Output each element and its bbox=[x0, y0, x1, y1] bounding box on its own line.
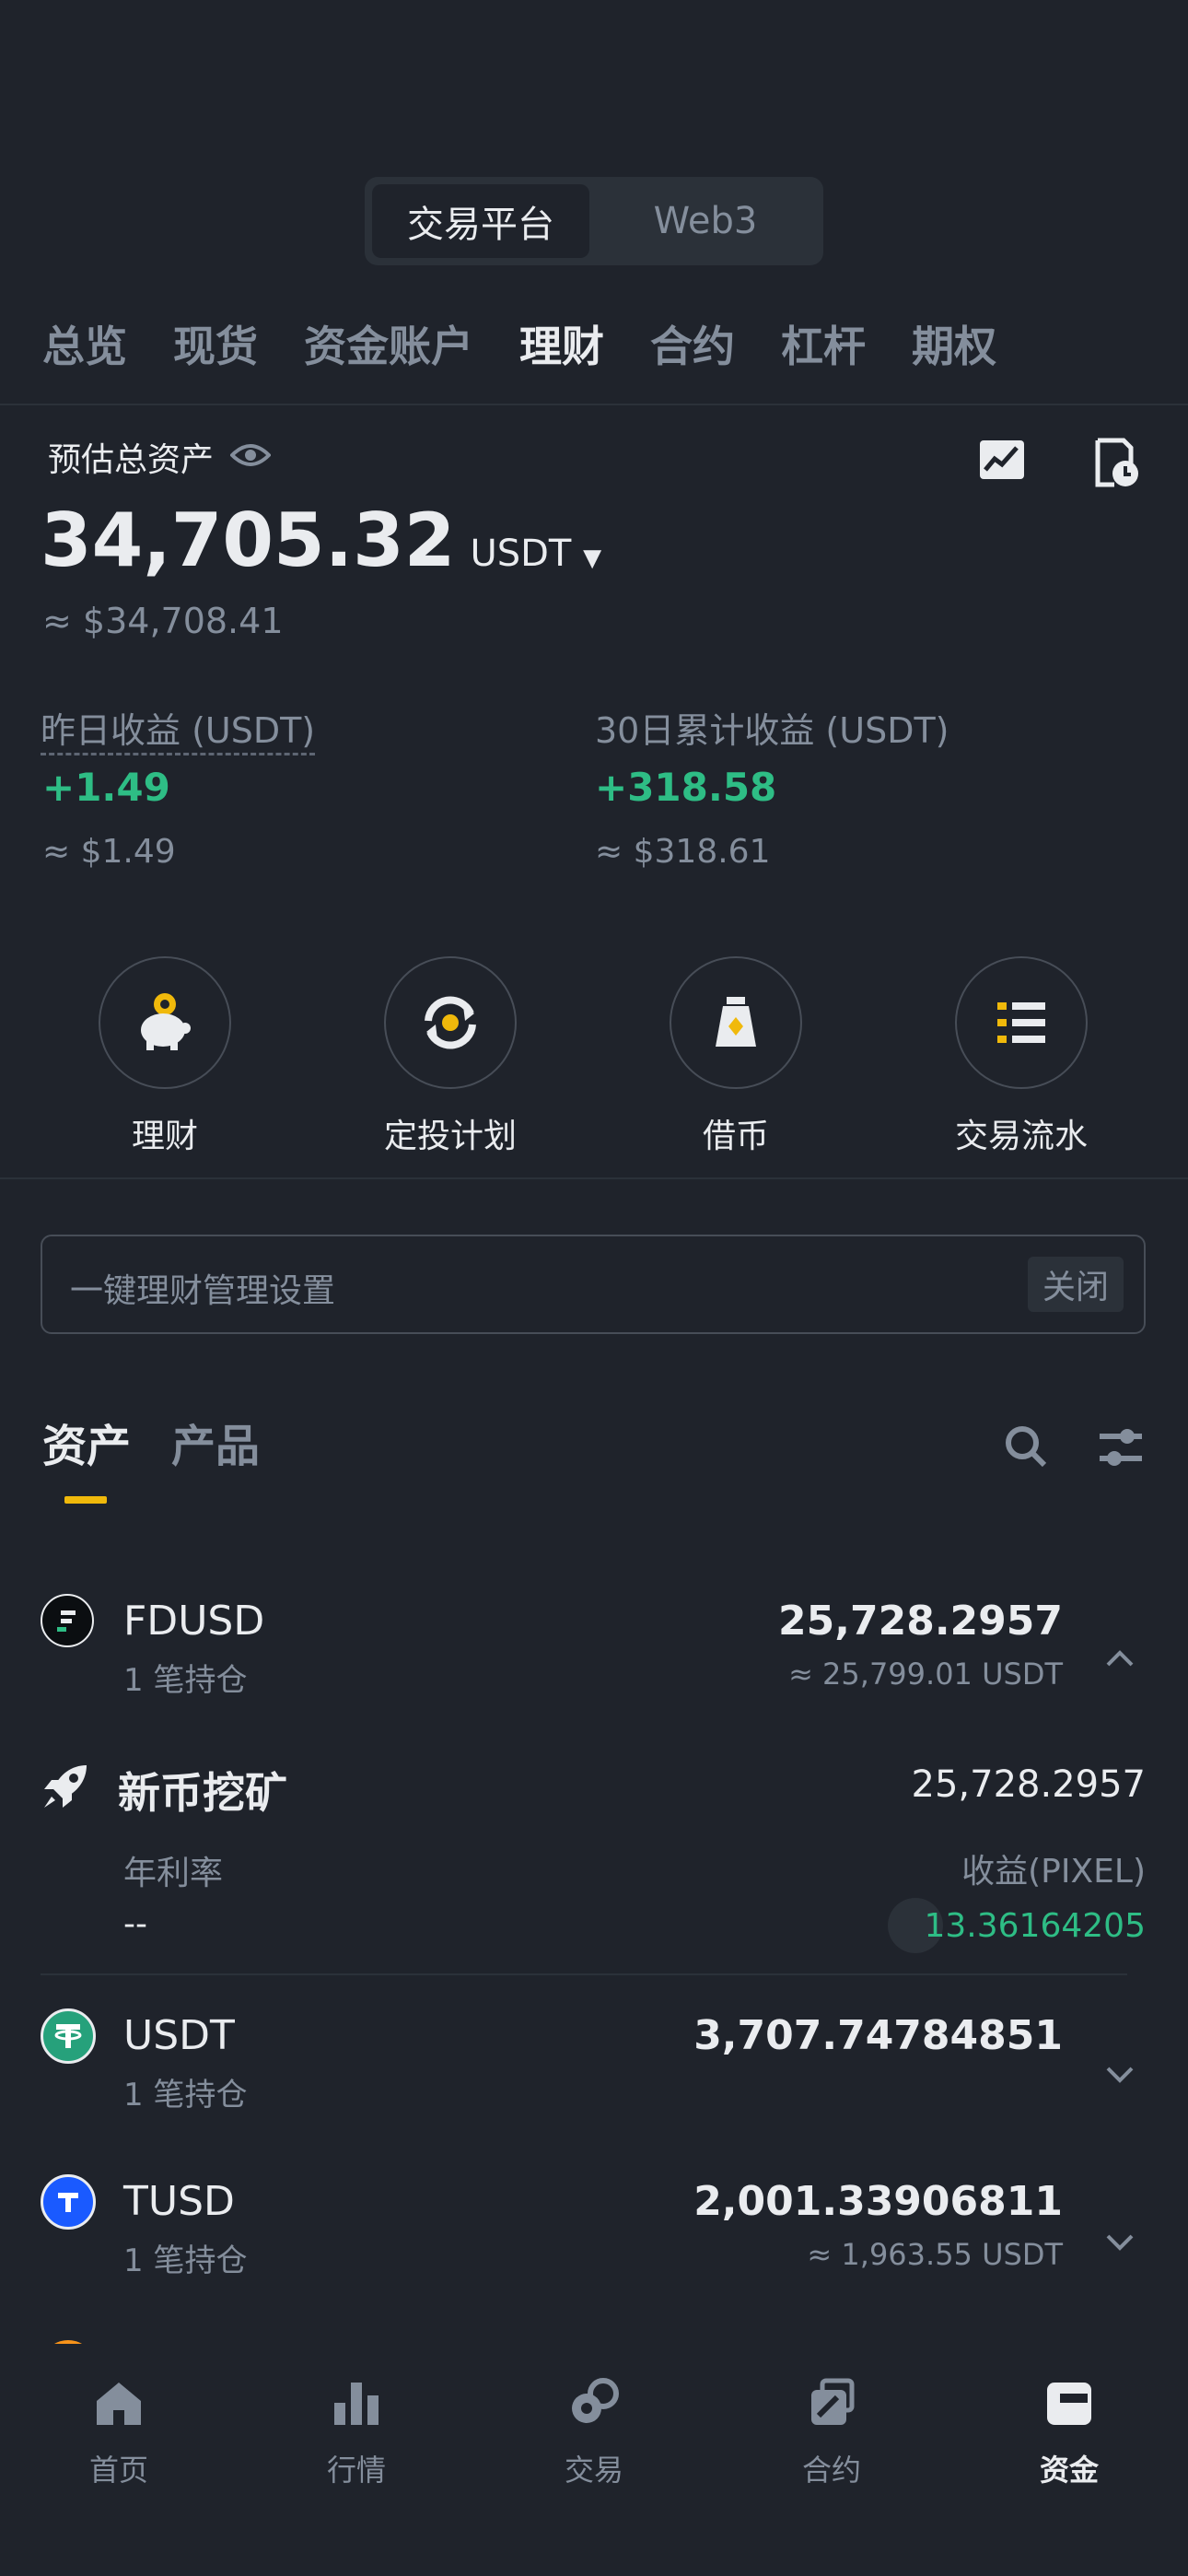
divider bbox=[41, 1973, 1127, 1975]
list-icon bbox=[955, 956, 1088, 1089]
action-recurring[interactable]: 定投计划 bbox=[308, 956, 593, 1157]
tab-overview[interactable]: 总览 bbox=[42, 313, 127, 374]
tab-indicator bbox=[64, 1496, 107, 1504]
action-earn[interactable]: 理财 bbox=[22, 956, 308, 1157]
nav-trade[interactable]: 交易 bbox=[475, 2377, 713, 2489]
currency-selector[interactable]: USDT ▼ bbox=[470, 533, 601, 575]
chevron-down-icon[interactable] bbox=[1105, 2066, 1135, 2088]
nav-label: 首页 bbox=[88, 2453, 148, 2488]
detail-amount: 25,728.2957 bbox=[911, 1763, 1146, 1806]
asset-amount: 2,001.33906811 bbox=[693, 2178, 1063, 2225]
nav-label: 行情 bbox=[326, 2453, 386, 2488]
asset-approx: ≈ 25,799.01 USDT bbox=[788, 1657, 1063, 1692]
action-label: 定投计划 bbox=[383, 1118, 517, 1155]
bottom-nav: 首页 行情 交易 合约 资金 bbox=[0, 2344, 1188, 2576]
asset-name: FDUSD bbox=[123, 1598, 265, 1645]
switch-web3[interactable]: Web3 bbox=[595, 184, 816, 258]
action-label: 交易流水 bbox=[954, 1118, 1088, 1155]
reward-label: 收益(PIXEL) bbox=[961, 1853, 1146, 1891]
wallet-icon bbox=[1047, 2383, 1091, 2425]
divider bbox=[0, 1177, 1188, 1179]
usdt-coin-icon bbox=[41, 2008, 96, 2064]
trade-icon bbox=[572, 2378, 619, 2423]
asset-name: USDT bbox=[123, 2012, 235, 2059]
nav-label: 交易 bbox=[564, 2453, 623, 2488]
tab-futures[interactable]: 合约 bbox=[650, 313, 735, 374]
nav-assets[interactable]: 资金 bbox=[950, 2377, 1188, 2489]
home-icon bbox=[97, 2383, 141, 2425]
tusd-coin-icon bbox=[41, 2174, 96, 2230]
asset-name: TUSD bbox=[123, 2178, 235, 2225]
asset-holdings: 1 笔持仓 bbox=[123, 2077, 248, 2113]
detail-title: 新币挖矿 bbox=[118, 1768, 287, 1818]
history-icon[interactable] bbox=[1094, 437, 1140, 492]
yesterday-label[interactable]: 昨日收益 (USDT) bbox=[41, 702, 316, 755]
eye-icon[interactable] bbox=[229, 441, 272, 473]
action-label: 理财 bbox=[131, 1118, 198, 1155]
total-value: 34,705.32 bbox=[41, 498, 456, 583]
month-approx: ≈ $318.61 bbox=[595, 833, 771, 871]
rocket-icon bbox=[41, 1762, 90, 1815]
account-tabs: 总览 现货 资金账户 理财 合约 杠杆 期权 bbox=[42, 313, 1042, 374]
action-loan[interactable]: 借币 bbox=[593, 956, 879, 1157]
currency-unit: USDT bbox=[470, 533, 572, 575]
yesterday-value: +1.49 bbox=[42, 765, 170, 810]
total-balance: 34,705.32 USDT ▼ bbox=[41, 498, 601, 583]
tab-funding[interactable]: 资金账户 bbox=[304, 313, 473, 374]
market-bars-icon bbox=[334, 2383, 379, 2425]
close-setting-button[interactable]: 关闭 bbox=[1027, 1257, 1124, 1312]
piggy-bank-icon bbox=[99, 956, 231, 1089]
chevron-down-icon[interactable] bbox=[1105, 2233, 1135, 2255]
nav-markets[interactable]: 行情 bbox=[238, 2377, 475, 2489]
switch-exchange[interactable]: 交易平台 bbox=[372, 184, 589, 258]
tab-assets[interactable]: 资产 bbox=[42, 1410, 131, 1474]
asset-amount: 3,707.74784851 bbox=[693, 2012, 1063, 2059]
filter-icon[interactable] bbox=[1098, 1426, 1144, 1472]
nav-home[interactable]: 首页 bbox=[0, 2377, 238, 2489]
tab-options[interactable]: 期权 bbox=[912, 313, 996, 374]
setting-label: 一键理财管理设置 bbox=[70, 1272, 336, 1310]
fdusd-coin-icon bbox=[41, 1594, 94, 1647]
nav-futures[interactable]: 合约 bbox=[713, 2377, 950, 2489]
apr-value: -- bbox=[123, 1905, 147, 1943]
asset-holdings: 1 笔持仓 bbox=[123, 2242, 248, 2279]
month-label: 30日累计收益 (USDT) bbox=[595, 710, 949, 751]
action-label: 借币 bbox=[702, 1118, 769, 1155]
action-transactions[interactable]: 交易流水 bbox=[879, 956, 1164, 1157]
recurring-icon bbox=[384, 956, 517, 1089]
yesterday-approx: ≈ $1.49 bbox=[42, 833, 176, 871]
platform-switch: 交易平台 Web3 bbox=[365, 177, 823, 265]
total-assets-label: 预估总资产 bbox=[48, 441, 215, 479]
apr-label: 年利率 bbox=[123, 1855, 224, 1892]
loan-bag-icon bbox=[670, 956, 802, 1089]
tab-earn[interactable]: 理财 bbox=[519, 313, 604, 374]
tab-products[interactable]: 产品 bbox=[171, 1410, 260, 1474]
chevron-up-icon[interactable] bbox=[1105, 1649, 1135, 1671]
caret-down-icon: ▼ bbox=[583, 544, 602, 572]
nav-label: 资金 bbox=[1039, 2453, 1099, 2488]
total-approx: ≈ $34,708.41 bbox=[42, 601, 284, 641]
asset-approx: ≈ 1,963.55 USDT bbox=[807, 2237, 1063, 2272]
reward-value: 13.36164205 bbox=[924, 1907, 1147, 1945]
asset-holdings: 1 笔持仓 bbox=[123, 1662, 248, 1699]
tab-margin[interactable]: 杠杆 bbox=[781, 313, 866, 374]
pnl-chart-icon[interactable] bbox=[978, 439, 1026, 485]
futures-icon bbox=[811, 2378, 855, 2425]
total-assets-header: 预估总资产 bbox=[48, 433, 272, 481]
asset-amount: 25,728.2957 bbox=[778, 1598, 1063, 1645]
divider bbox=[0, 404, 1188, 405]
month-value: +318.58 bbox=[595, 765, 777, 810]
nav-label: 合约 bbox=[801, 2453, 861, 2488]
auto-earn-setting-bar[interactable]: 一键理财管理设置 关闭 bbox=[41, 1235, 1146, 1334]
tab-spot[interactable]: 现货 bbox=[173, 313, 258, 374]
search-icon[interactable] bbox=[1004, 1424, 1048, 1472]
